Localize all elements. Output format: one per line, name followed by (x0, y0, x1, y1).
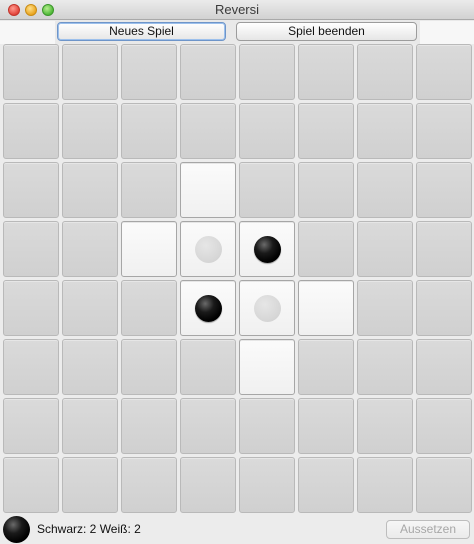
board-cell-valid-move[interactable] (298, 280, 354, 336)
board-cell[interactable] (180, 221, 236, 277)
board-cell[interactable] (3, 280, 59, 336)
board-cell[interactable] (416, 339, 472, 395)
board-cell[interactable] (239, 162, 295, 218)
board-cell[interactable] (416, 221, 472, 277)
board-cell[interactable] (298, 339, 354, 395)
board-cell[interactable] (298, 398, 354, 454)
board-cell[interactable] (180, 339, 236, 395)
title-bar[interactable]: Reversi (0, 0, 474, 20)
board-cell[interactable] (239, 280, 295, 336)
board-cell[interactable] (416, 162, 472, 218)
board-cell[interactable] (62, 280, 118, 336)
pass-button: Aussetzen (386, 520, 470, 539)
board-cell-valid-move[interactable] (121, 221, 177, 277)
board-cell[interactable] (180, 280, 236, 336)
board-cell[interactable] (416, 457, 472, 513)
board-cell[interactable] (121, 457, 177, 513)
board-cell[interactable] (3, 398, 59, 454)
board-cell[interactable] (239, 457, 295, 513)
board-cell[interactable] (298, 44, 354, 100)
board-cell[interactable] (357, 280, 413, 336)
toolbar-spacer-left (0, 21, 55, 44)
board-cell[interactable] (357, 221, 413, 277)
board-cell[interactable] (3, 44, 59, 100)
board-cell[interactable] (357, 457, 413, 513)
board-cell[interactable] (180, 398, 236, 454)
black-piece (254, 236, 281, 263)
white-piece (195, 236, 222, 263)
board-cell[interactable] (62, 162, 118, 218)
board-cell[interactable] (239, 103, 295, 159)
board-cell[interactable] (239, 398, 295, 454)
board-cell[interactable] (180, 457, 236, 513)
board-cell[interactable] (357, 44, 413, 100)
board-cell[interactable] (3, 103, 59, 159)
board-cell[interactable] (121, 398, 177, 454)
board-cell[interactable] (239, 221, 295, 277)
board-cell[interactable] (121, 44, 177, 100)
board-cell[interactable] (416, 103, 472, 159)
board-cell[interactable] (3, 221, 59, 277)
board-cell[interactable] (3, 457, 59, 513)
quit-game-button[interactable]: Spiel beenden (236, 22, 417, 41)
window-title: Reversi (214, 2, 260, 17)
board-cell[interactable] (3, 339, 59, 395)
board-cell[interactable] (357, 339, 413, 395)
board-cell[interactable] (298, 221, 354, 277)
board-cell-valid-move[interactable] (239, 339, 295, 395)
board-cell[interactable] (298, 103, 354, 159)
board-cell[interactable] (357, 162, 413, 218)
board-cell[interactable] (121, 339, 177, 395)
board-cell[interactable] (121, 162, 177, 218)
toolbar-spacer-right (420, 21, 474, 44)
board-cell[interactable] (62, 44, 118, 100)
toolbar: Neues Spiel Spiel beenden (0, 20, 474, 44)
game-board (0, 44, 474, 514)
board-cell[interactable] (3, 162, 59, 218)
board-cell[interactable] (121, 280, 177, 336)
board-cell[interactable] (357, 103, 413, 159)
board-cell-valid-move[interactable] (180, 162, 236, 218)
board-cell[interactable] (121, 103, 177, 159)
board-cell[interactable] (239, 44, 295, 100)
board-cell[interactable] (357, 398, 413, 454)
board-cell[interactable] (416, 44, 472, 100)
reversi-window: Reversi Neues Spiel Spiel beenden Schwar… (0, 0, 474, 544)
board-cell[interactable] (62, 103, 118, 159)
board-cell[interactable] (180, 44, 236, 100)
board-cell[interactable] (298, 457, 354, 513)
new-game-button[interactable]: Neues Spiel (57, 22, 226, 41)
board-cell[interactable] (416, 280, 472, 336)
current-player-disc (3, 516, 30, 543)
board-cell[interactable] (62, 339, 118, 395)
status-bar: Schwarz: 2 Weiß: 2 Aussetzen (0, 514, 474, 544)
board-cell[interactable] (62, 221, 118, 277)
white-piece (254, 295, 281, 322)
board-cell[interactable] (62, 398, 118, 454)
score-label: Schwarz: 2 Weiß: 2 (37, 522, 141, 536)
board-cell[interactable] (298, 162, 354, 218)
board-cell[interactable] (180, 103, 236, 159)
board-cell[interactable] (416, 398, 472, 454)
board-cell[interactable] (62, 457, 118, 513)
black-piece (195, 295, 222, 322)
